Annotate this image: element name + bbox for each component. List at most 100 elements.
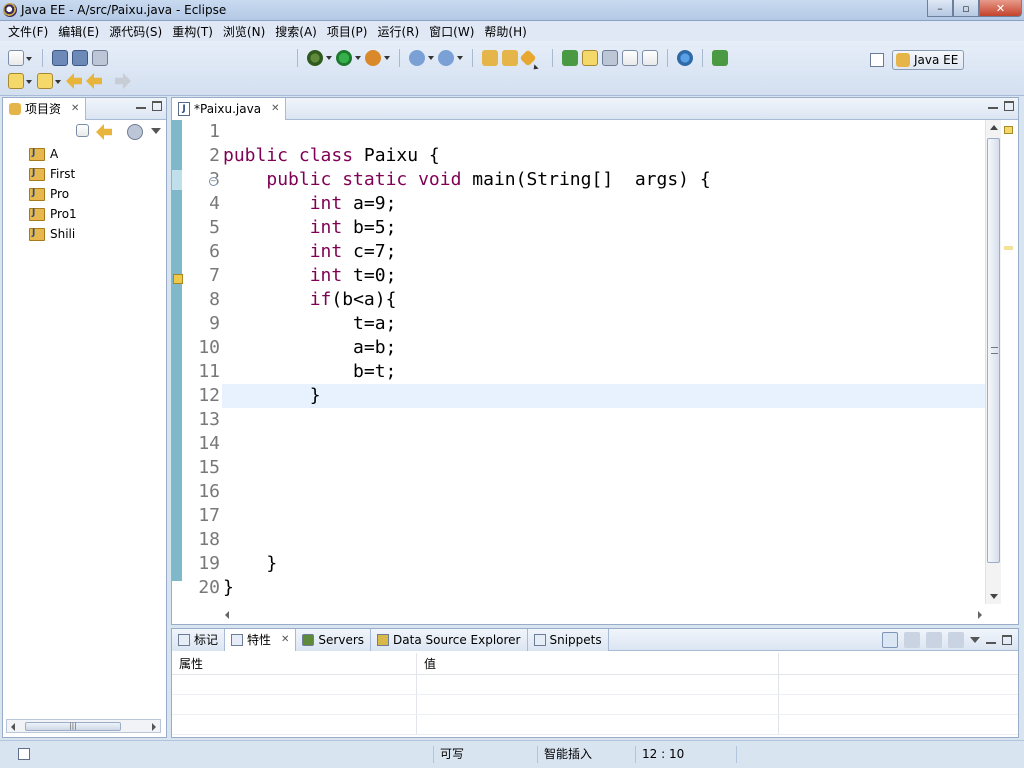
debug-icon[interactable]: [307, 50, 332, 66]
block-selection-icon[interactable]: [622, 50, 638, 66]
maximize-editor-icon[interactable]: [1004, 101, 1014, 111]
eclipse-logo-icon[interactable]: [3, 3, 17, 17]
code-line[interactable]: [222, 120, 987, 144]
show-advanced-icon[interactable]: [904, 632, 920, 648]
web-browser-icon[interactable]: [677, 50, 693, 66]
menu-help[interactable]: 帮助(H): [479, 23, 531, 40]
restore-default-icon[interactable]: [948, 632, 964, 648]
code-line[interactable]: [222, 456, 987, 480]
toggle-breadcrumb-icon[interactable]: [562, 50, 578, 66]
print-icon[interactable]: [92, 50, 108, 66]
open-resource-icon[interactable]: [502, 50, 518, 66]
code-area[interactable]: public class Paixu { public static void …: [222, 120, 987, 600]
save-all-icon[interactable]: [72, 50, 88, 66]
overview-warning-icon[interactable]: [1004, 126, 1013, 134]
code-line[interactable]: }: [222, 384, 987, 408]
column-header-property[interactable]: 属性: [172, 653, 417, 674]
maximize-button[interactable]: ▫: [953, 0, 979, 17]
menu-navigate[interactable]: 浏览(N): [218, 23, 270, 40]
tree-item-project[interactable]: Shili: [29, 224, 166, 244]
toggle-mark-occurrences-icon[interactable]: [582, 50, 598, 66]
project-explorer-horizontal-scrollbar[interactable]: |||: [6, 719, 161, 733]
view-filter-icon[interactable]: [127, 124, 143, 140]
forward-icon[interactable]: [115, 73, 131, 89]
open-type-icon[interactable]: [482, 50, 498, 66]
tab-project-explorer[interactable]: 项目资 ✕: [3, 97, 87, 120]
editor-horizontal-scrollbar[interactable]: [222, 608, 985, 622]
open-perspective-icon[interactable]: [870, 53, 884, 67]
view-menu-icon[interactable]: [970, 637, 980, 643]
code-line[interactable]: }: [222, 552, 987, 576]
new-server-icon[interactable]: [409, 50, 434, 66]
code-line[interactable]: if(b<a){: [222, 288, 987, 312]
new-java-class-icon[interactable]: [438, 50, 463, 66]
code-line[interactable]: [222, 480, 987, 504]
menu-file[interactable]: 文件(F): [3, 23, 53, 40]
menu-edit[interactable]: 编辑(E): [53, 23, 104, 40]
code-line[interactable]: int c=7;: [222, 240, 987, 264]
tree-item-project[interactable]: A: [29, 144, 166, 164]
close-button[interactable]: ✕: [979, 0, 1022, 17]
search-wand-icon[interactable]: [519, 49, 537, 67]
tree-item-project[interactable]: Pro: [29, 184, 166, 204]
deploy-icon[interactable]: [712, 50, 728, 66]
view-menu-icon[interactable]: [151, 128, 161, 134]
menu-refactor[interactable]: 重构(T): [167, 23, 218, 40]
code-line[interactable]: int b=5;: [222, 216, 987, 240]
code-line[interactable]: b=t;: [222, 360, 987, 384]
close-icon[interactable]: ✕: [71, 103, 79, 114]
tab-properties[interactable]: 特性 ✕: [225, 628, 297, 651]
fast-view-icon[interactable]: [18, 748, 30, 760]
code-line[interactable]: int a=9;: [222, 192, 987, 216]
code-line[interactable]: a=b;: [222, 336, 987, 360]
scroll-thumb[interactable]: [987, 138, 1000, 563]
tab-data-source-explorer[interactable]: Data Source Explorer: [371, 628, 528, 651]
new-icon[interactable]: [8, 50, 32, 66]
maximize-view-icon[interactable]: [152, 101, 162, 111]
tab-paixu-java[interactable]: J *Paixu.java ✕: [172, 97, 287, 120]
show-whitespace-icon[interactable]: [602, 50, 618, 66]
tab-markers[interactable]: 标记: [172, 628, 226, 651]
perspective-java-ee-button[interactable]: Java EE: [892, 50, 964, 70]
link-with-editor-icon[interactable]: [96, 124, 112, 140]
code-line[interactable]: [222, 408, 987, 432]
save-icon[interactable]: [52, 50, 68, 66]
scroll-left-icon[interactable]: [11, 723, 15, 731]
close-icon[interactable]: ✕: [271, 103, 279, 114]
menu-run[interactable]: 运行(R): [372, 23, 424, 40]
collapse-all-icon[interactable]: [76, 124, 89, 137]
last-edit-location-icon[interactable]: [66, 73, 82, 89]
external-tools-icon[interactable]: [365, 50, 390, 66]
minimize-button[interactable]: –: [927, 0, 953, 17]
editor-vertical-scrollbar[interactable]: [985, 120, 1001, 604]
fold-collapse-icon[interactable]: −: [209, 177, 218, 186]
code-line[interactable]: [222, 432, 987, 456]
tree-item-project[interactable]: First: [29, 164, 166, 184]
code-line[interactable]: t=a;: [222, 312, 987, 336]
filter-icon[interactable]: [926, 632, 942, 648]
scroll-left-icon[interactable]: [225, 611, 229, 619]
scroll-right-icon[interactable]: [152, 723, 156, 731]
minimize-editor-icon[interactable]: [988, 103, 998, 109]
minimize-view-icon[interactable]: [986, 638, 996, 644]
previous-annotation-icon[interactable]: [37, 73, 61, 89]
scroll-thumb[interactable]: |||: [25, 722, 121, 731]
scroll-up-icon[interactable]: [990, 125, 998, 130]
overview-occurrence-mark[interactable]: [1004, 246, 1013, 250]
code-line[interactable]: public static void main(String[] args) {: [222, 168, 987, 192]
menu-project[interactable]: 项目(P): [322, 23, 373, 40]
scroll-right-icon[interactable]: [978, 611, 982, 619]
code-line[interactable]: int t=0;: [222, 264, 987, 288]
show-categories-icon[interactable]: [882, 632, 898, 648]
back-icon[interactable]: [86, 73, 102, 89]
maximize-view-icon[interactable]: [1002, 635, 1012, 645]
close-icon[interactable]: ✕: [281, 634, 289, 645]
code-line[interactable]: [222, 504, 987, 528]
code-line[interactable]: public class Paixu {: [222, 144, 987, 168]
tab-servers[interactable]: Servers: [296, 628, 372, 651]
menu-search[interactable]: 搜索(A): [270, 23, 322, 40]
code-line[interactable]: }: [222, 576, 987, 600]
code-line[interactable]: [222, 528, 987, 552]
tab-snippets[interactable]: Snippets: [527, 628, 609, 651]
menu-window[interactable]: 窗口(W): [424, 23, 479, 40]
